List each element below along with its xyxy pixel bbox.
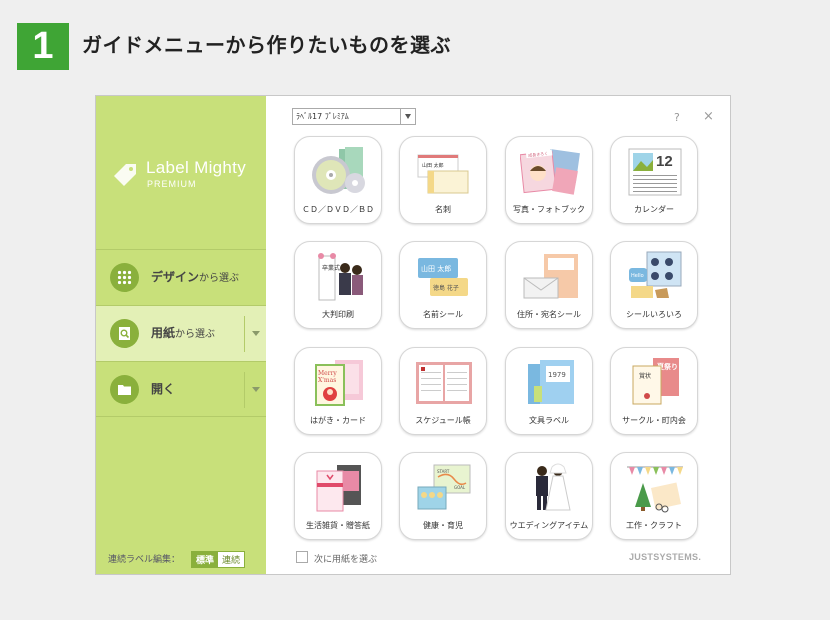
- tile-cd-dvd[interactable]: ＣＤ／ＤＶＤ／ＢＤ: [294, 136, 382, 224]
- step-title: ガイドメニューから作りたいものを選ぶ: [82, 33, 451, 57]
- paper-select-value: ﾗﾍﾞﾙ17 ﾌﾟﾚﾐｱﾑ: [296, 112, 349, 121]
- tile-business-card[interactable]: 山田 太郎 名刺: [399, 136, 487, 224]
- divider: [244, 316, 245, 352]
- stickers-icon: Hello: [629, 251, 682, 298]
- sidebar-item-open[interactable]: 開く: [96, 361, 266, 417]
- sidebar: Label Mighty PREMIUM デザインから選ぶ 用紙から選ぶ 開く …: [96, 96, 266, 574]
- app-name: Label Mighty: [146, 158, 246, 177]
- paper-search-icon: [110, 319, 139, 348]
- health-childcare-icon: START GOAL: [417, 464, 471, 510]
- tile-label: 写真・フォトブック: [513, 205, 585, 214]
- main-content: ﾗﾍﾞﾙ17 ﾌﾟﾚﾐｱﾑ ? × ＣＤ／ＤＶＤ／ＢＤ 山田 太郎 名刺 成長き…: [266, 96, 730, 574]
- tile-craft[interactable]: 工作・クラフト: [610, 452, 698, 540]
- close-button[interactable]: ×: [703, 109, 714, 124]
- continuous-toggle[interactable]: 標準 連続: [191, 551, 246, 568]
- help-button[interactable]: ?: [674, 111, 680, 124]
- tile-label: 健康・育児: [423, 521, 463, 530]
- tile-label: 名刺: [435, 205, 451, 214]
- sidebar-item-paper-suffix: から選ぶ: [175, 329, 216, 340]
- tile-label: 大判印刷: [322, 310, 354, 319]
- sidebar-item-open-label: 開く: [151, 382, 176, 396]
- tile-calendar[interactable]: 12 カレンダー: [610, 136, 698, 224]
- folder-icon: [110, 375, 139, 404]
- tile-label: ＣＤ／ＤＶＤ／ＢＤ: [302, 205, 374, 214]
- sidebar-item-design-suffix: から選ぶ: [199, 273, 240, 284]
- gift-wrap-icon: [316, 465, 361, 512]
- tile-label: はがき・カード: [310, 416, 366, 425]
- step-number-badge: 1: [17, 23, 69, 70]
- tile-label: カレンダー: [634, 205, 674, 214]
- tile-label: 住所・宛名シール: [517, 310, 581, 319]
- next-paper-checkbox[interactable]: [296, 551, 308, 563]
- tag-icon: [114, 164, 136, 186]
- tile-schedule-book[interactable]: スケジュール帳: [399, 347, 487, 435]
- paper-select[interactable]: ﾗﾍﾞﾙ17 ﾌﾟﾚﾐｱﾑ: [292, 108, 416, 125]
- chevron-down-icon: [400, 109, 415, 124]
- photo-book-icon: 成長きろく: [520, 149, 580, 195]
- tile-stickers[interactable]: Hello シールいろいろ: [610, 241, 698, 329]
- tile-photo-book[interactable]: 成長きろく 写真・フォトブック: [505, 136, 593, 224]
- tile-label: スケジュール帳: [415, 416, 471, 425]
- tile-name-sticker[interactable]: 山田 太郎 徳島 花子 名前シール: [399, 241, 487, 329]
- tile-label: ウエディングアイテム: [509, 521, 589, 530]
- stationery-label-icon: 1979: [528, 360, 574, 404]
- start-text: START: [437, 469, 450, 474]
- brand-logo: JUSTSYSTEMS.: [629, 552, 702, 562]
- tile-label: 名前シール: [423, 310, 463, 319]
- name-sticker-text: 山田 太郎: [421, 264, 451, 273]
- divider: [244, 372, 245, 408]
- sidebar-item-label: 開く: [151, 380, 175, 397]
- tile-wedding[interactable]: ウエディングアイテム: [505, 452, 593, 540]
- next-paper-label: 次に用紙を選ぶ: [314, 555, 378, 565]
- wedding-icon: [536, 463, 571, 511]
- tile-label: シールいろいろ: [626, 310, 682, 319]
- large-print-text: 卒業式: [322, 264, 340, 272]
- chevron-down-icon[interactable]: [249, 327, 263, 341]
- tile-label: 文具ラベル: [529, 416, 569, 425]
- toggle-standard[interactable]: 標準: [192, 552, 219, 567]
- postcard-icon: Merry X'mas: [315, 360, 363, 406]
- postcard-text1: Merry: [318, 370, 337, 377]
- craft-icon: [627, 466, 683, 513]
- address-label-icon: [523, 254, 578, 299]
- app-window: Label Mighty PREMIUM デザインから選ぶ 用紙から選ぶ 開く …: [95, 95, 731, 575]
- app-logo: Label Mighty PREMIUM: [112, 158, 262, 198]
- goal-text: GOAL: [454, 485, 466, 490]
- sidebar-item-design[interactable]: デザインから選ぶ: [96, 249, 266, 305]
- app-edition: PREMIUM: [147, 179, 197, 189]
- hello-text: Hello: [631, 273, 644, 279]
- sidebar-item-paper-label: 用紙: [151, 326, 176, 340]
- continuous-label: 連続ラベル編集：: [108, 555, 181, 565]
- cd-dvd-icon: [312, 147, 365, 194]
- circle-text1: 賞状: [639, 372, 651, 380]
- tile-gift-wrap[interactable]: 生活雑貨・贈答紙: [294, 452, 382, 540]
- card-name-text: 山田 太郎: [422, 162, 444, 169]
- chevron-down-icon[interactable]: [249, 383, 263, 397]
- tile-postcard[interactable]: Merry X'mas はがき・カード: [294, 347, 382, 435]
- tile-stationery-label[interactable]: 1979 文具ラベル: [505, 347, 593, 435]
- business-card-icon: 山田 太郎: [417, 154, 469, 194]
- circle-community-icon: 夏祭り 賞状: [632, 358, 679, 405]
- sidebar-item-design-label: デザイン: [151, 270, 200, 284]
- sidebar-item-label: 用紙から選ぶ: [151, 324, 215, 341]
- grid-icon: [110, 263, 139, 292]
- tile-label: サークル・町内会: [622, 416, 686, 425]
- tile-label: 生活雑貨・贈答紙: [306, 521, 370, 530]
- large-print-icon: 卒業式: [318, 253, 363, 301]
- postcard-text2: X'mas: [318, 377, 336, 384]
- year-label-text: 1979: [548, 371, 566, 379]
- sidebar-item-label: デザインから選ぶ: [151, 268, 239, 285]
- schedule-book-icon: [416, 362, 472, 404]
- toggle-continuous[interactable]: 連続: [218, 552, 245, 567]
- calendar-icon: 12: [628, 148, 682, 196]
- tile-circle-community[interactable]: 夏祭り 賞状 サークル・町内会: [610, 347, 698, 435]
- sidebar-item-paper[interactable]: 用紙から選ぶ: [96, 305, 266, 361]
- tile-health-childcare[interactable]: START GOAL 健康・育児: [399, 452, 487, 540]
- tile-address-label[interactable]: 住所・宛名シール: [505, 241, 593, 329]
- tile-label: 工作・クラフト: [626, 521, 682, 530]
- name-sticker-icon: 山田 太郎 徳島 花子: [418, 258, 468, 296]
- name-sticker-text2: 徳島 花子: [433, 284, 459, 292]
- tile-large-print[interactable]: 卒業式 大判印刷: [294, 241, 382, 329]
- calendar-day-text: 12: [656, 153, 673, 170]
